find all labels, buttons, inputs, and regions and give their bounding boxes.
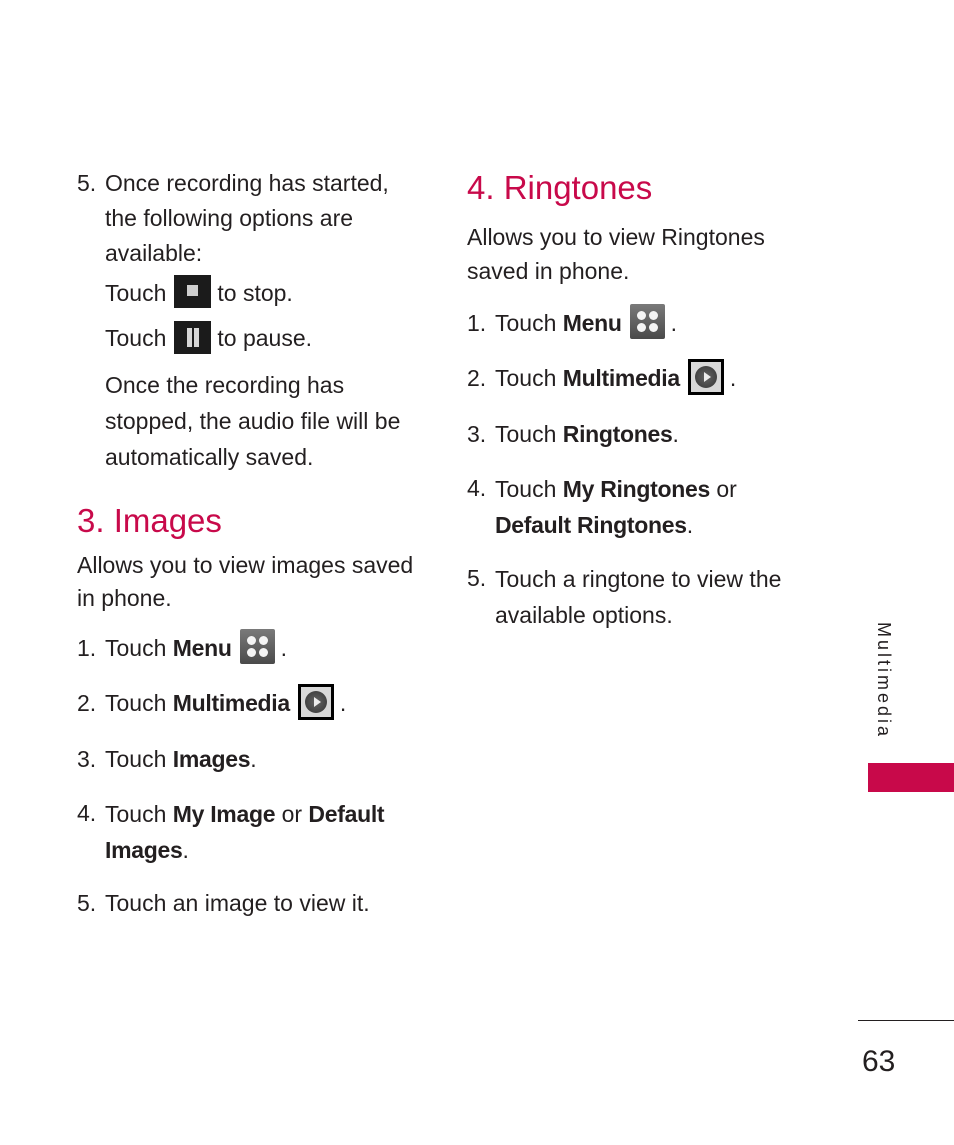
step-pre: Touch bbox=[105, 801, 173, 828]
my-ringtones-label: My Ringtones bbox=[562, 476, 710, 503]
ringtones-step-4: 4. Touch My Ringtones or Default Rington… bbox=[467, 471, 807, 543]
step-post: . bbox=[250, 746, 257, 773]
stop-icon bbox=[174, 275, 212, 309]
step-text: Touch a ringtone to view the available o… bbox=[495, 566, 782, 629]
step-text: Touch an image to view it. bbox=[105, 890, 370, 917]
step-pre: Touch bbox=[495, 365, 563, 392]
step-post: . bbox=[670, 310, 678, 336]
multimedia-play-icon bbox=[297, 684, 334, 721]
step-number: 4. bbox=[77, 800, 97, 827]
menu-grid-icon bbox=[239, 629, 275, 665]
step-pre: Touch bbox=[105, 634, 173, 661]
step-number: 3. bbox=[77, 746, 97, 773]
images-step-2: 2. Touch Multimedia. bbox=[77, 684, 427, 723]
step-number: 2. bbox=[467, 365, 487, 392]
pause-pre: Touch bbox=[105, 325, 167, 352]
step-post: . bbox=[182, 837, 189, 864]
footer-rule bbox=[858, 1020, 954, 1021]
left-column: 5. Once recording has started, the follo… bbox=[77, 166, 427, 921]
images-intro: Allows you to view images saved in phone… bbox=[77, 551, 414, 611]
menu-label: Menu bbox=[562, 310, 622, 336]
step-number: 3. bbox=[467, 421, 487, 448]
stop-pre: Touch bbox=[105, 280, 167, 306]
pause-post: to pause. bbox=[217, 325, 313, 352]
ringtones-label: Ringtones bbox=[562, 421, 673, 448]
step-post: . bbox=[339, 690, 347, 717]
step-text: Once recording has started, the followin… bbox=[105, 170, 389, 266]
images-heading: 3. Images bbox=[77, 501, 222, 539]
step-post: . bbox=[686, 512, 694, 539]
ringtones-step-1: 1. Touch Menu. bbox=[467, 304, 807, 342]
ringtones-step-5: 5. Touch a ringtone to view the availabl… bbox=[467, 561, 807, 633]
step-post: . bbox=[729, 365, 737, 392]
step-post: . bbox=[672, 421, 679, 448]
step-pre: Touch bbox=[495, 421, 563, 448]
multimedia-play-icon bbox=[687, 359, 724, 396]
multimedia-label: Multimedia bbox=[172, 690, 290, 717]
step-pre: Touch bbox=[495, 310, 563, 336]
recording-step: 5. Once recording has started, the follo… bbox=[77, 166, 427, 271]
images-label: Images bbox=[172, 746, 251, 773]
step-number: 2. bbox=[77, 690, 97, 717]
section-side-label: Multimedia bbox=[874, 622, 894, 740]
step-number: 5. bbox=[77, 170, 97, 196]
stop-post: to stop. bbox=[217, 280, 293, 306]
step-pre: Touch bbox=[495, 476, 563, 503]
ringtones-step-3: 3. Touch Ringtones. bbox=[467, 417, 807, 452]
step-pre: Touch bbox=[105, 746, 173, 773]
images-step-1: 1. Touch Menu. bbox=[77, 629, 427, 667]
default-ringtones-label: Default Ringtones bbox=[495, 512, 687, 539]
stop-instruction: Touch to stop. bbox=[77, 275, 427, 311]
step-pre: Touch bbox=[105, 690, 173, 717]
recording-note: Once the recording has stopped, the audi… bbox=[105, 371, 401, 470]
step-number: 5. bbox=[467, 565, 487, 592]
step-number: 4. bbox=[467, 475, 487, 502]
menu-label: Menu bbox=[172, 634, 232, 661]
step-number: 5. bbox=[77, 890, 97, 917]
page-number: 63 bbox=[862, 1045, 896, 1078]
step-mid: or bbox=[709, 476, 737, 503]
step-mid: or bbox=[275, 801, 309, 828]
images-step-4: 4. Touch My Image or Default Images. bbox=[77, 796, 427, 868]
ringtones-step-2: 2. Touch Multimedia. bbox=[467, 359, 807, 398]
step-number: 1. bbox=[77, 634, 97, 661]
images-step-3: 3. Touch Images. bbox=[77, 742, 427, 777]
my-image-label: My Image bbox=[172, 801, 276, 828]
ringtones-intro: Allows you to view Ringtones saved in ph… bbox=[467, 224, 765, 284]
step-number: 1. bbox=[467, 310, 487, 336]
section-tab-marker bbox=[868, 763, 954, 792]
images-step-5: 5. Touch an image to view it. bbox=[77, 886, 427, 921]
ringtones-heading: 4. Ringtones bbox=[467, 169, 653, 206]
menu-grid-icon bbox=[629, 304, 665, 340]
pause-instruction: Touch to pause. bbox=[77, 320, 427, 356]
pause-icon bbox=[174, 320, 212, 354]
step-post: . bbox=[280, 634, 288, 661]
right-column: 4. Ringtones Allows you to view Ringtone… bbox=[467, 166, 807, 633]
multimedia-label: Multimedia bbox=[562, 365, 680, 392]
